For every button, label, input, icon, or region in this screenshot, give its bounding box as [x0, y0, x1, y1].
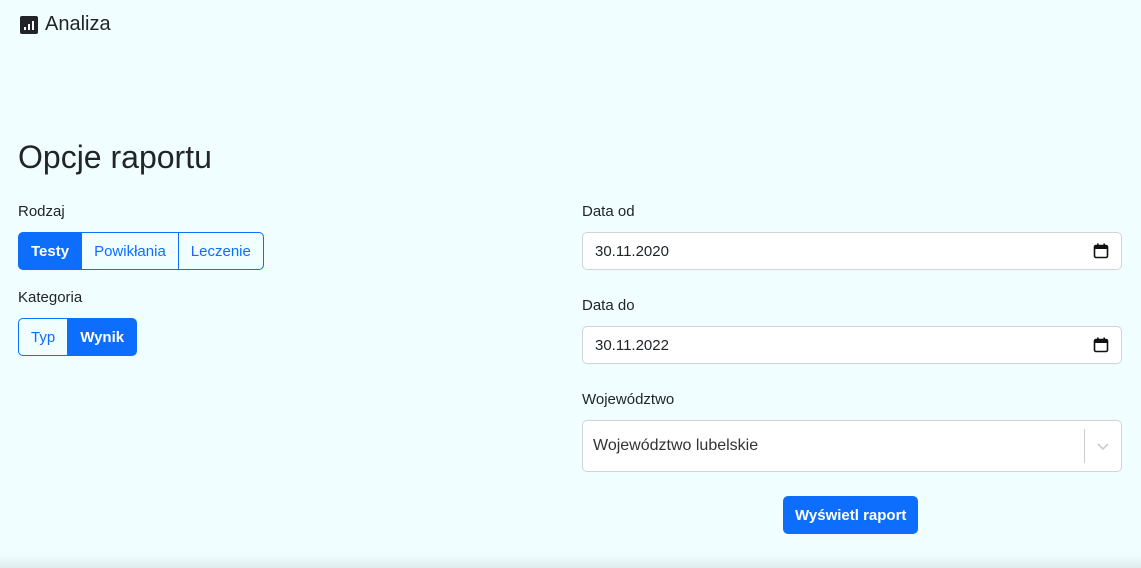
wojewodztwo-label: Województwo — [582, 391, 675, 408]
calendar-icon[interactable] — [1093, 243, 1109, 259]
wojewodztwo-select[interactable]: Województwo lubelskie — [582, 420, 1122, 472]
data-od-value: 30.11.2020 — [595, 242, 669, 260]
data-od-label: Data od — [582, 203, 635, 220]
kategoria-label: Kategoria — [18, 289, 83, 306]
data-od-input[interactable]: 30.11.2020 — [582, 232, 1122, 270]
data-do-value: 30.11.2022 — [595, 336, 669, 354]
rodzaj-option-testy[interactable]: Testy — [18, 232, 83, 270]
bar-chart-icon — [20, 15, 38, 34]
app-title: Analiza — [45, 13, 111, 35]
app-header: Analiza — [20, 13, 111, 36]
rodzaj-toggle-group: Testy Powikłania Leczenie — [18, 232, 264, 270]
rodzaj-option-leczenie[interactable]: Leczenie — [177, 232, 264, 270]
bottom-shadow — [0, 554, 1141, 568]
kategoria-option-typ[interactable]: Typ — [18, 318, 69, 356]
page-title: Opcje raportu — [18, 139, 212, 175]
calendar-icon[interactable] — [1093, 337, 1109, 353]
wojewodztwo-selected-value: Województwo lubelskie — [593, 437, 759, 454]
show-report-button[interactable]: Wyświetl raport — [783, 496, 919, 534]
data-do-label: Data do — [582, 297, 635, 314]
chevron-down-icon[interactable] — [1085, 439, 1121, 453]
data-do-input[interactable]: 30.11.2022 — [582, 326, 1122, 364]
kategoria-toggle-group: Typ Wynik — [18, 318, 138, 356]
rodzaj-label: Rodzaj — [18, 203, 65, 220]
kategoria-option-wynik[interactable]: Wynik — [67, 318, 138, 356]
rodzaj-option-powiklania[interactable]: Powikłania — [81, 232, 179, 270]
